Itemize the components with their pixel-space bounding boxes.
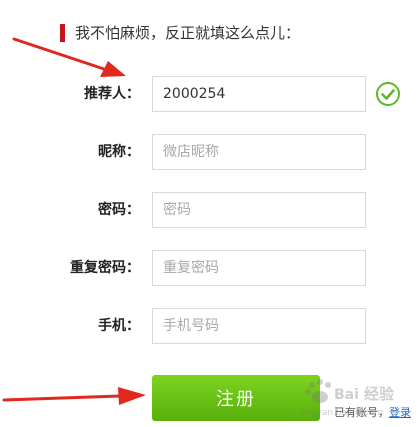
nickname-input[interactable] — [152, 134, 366, 170]
confirm-password-input[interactable] — [152, 250, 366, 286]
password-label: 密码： — [98, 202, 140, 218]
password-input[interactable] — [152, 192, 366, 228]
title-accent-bar — [60, 24, 65, 42]
watermark-brand-text: Bai — [334, 387, 359, 403]
check-circle-icon — [376, 82, 400, 106]
referrer-label: 推荐人： — [84, 86, 140, 102]
watermark-jingyan-text: 经验 — [364, 385, 395, 403]
login-link[interactable]: 登录 — [389, 406, 411, 419]
nickname-label: 昵称： — [98, 144, 140, 160]
referrer-input[interactable] — [152, 76, 366, 112]
register-button[interactable]: 注册 — [152, 375, 320, 421]
arrow-to-register-icon — [2, 387, 146, 405]
confirm-password-label: 重复密码： — [70, 260, 140, 276]
login-hint: 已有账号，登录 — [334, 404, 411, 420]
phone-label: 手机： — [98, 318, 140, 334]
login-hint-text: 已有账号， — [334, 406, 389, 419]
phone-input[interactable] — [152, 308, 366, 344]
form-title: 我不怕麻烦，反正就填这么点儿： — [75, 24, 301, 42]
